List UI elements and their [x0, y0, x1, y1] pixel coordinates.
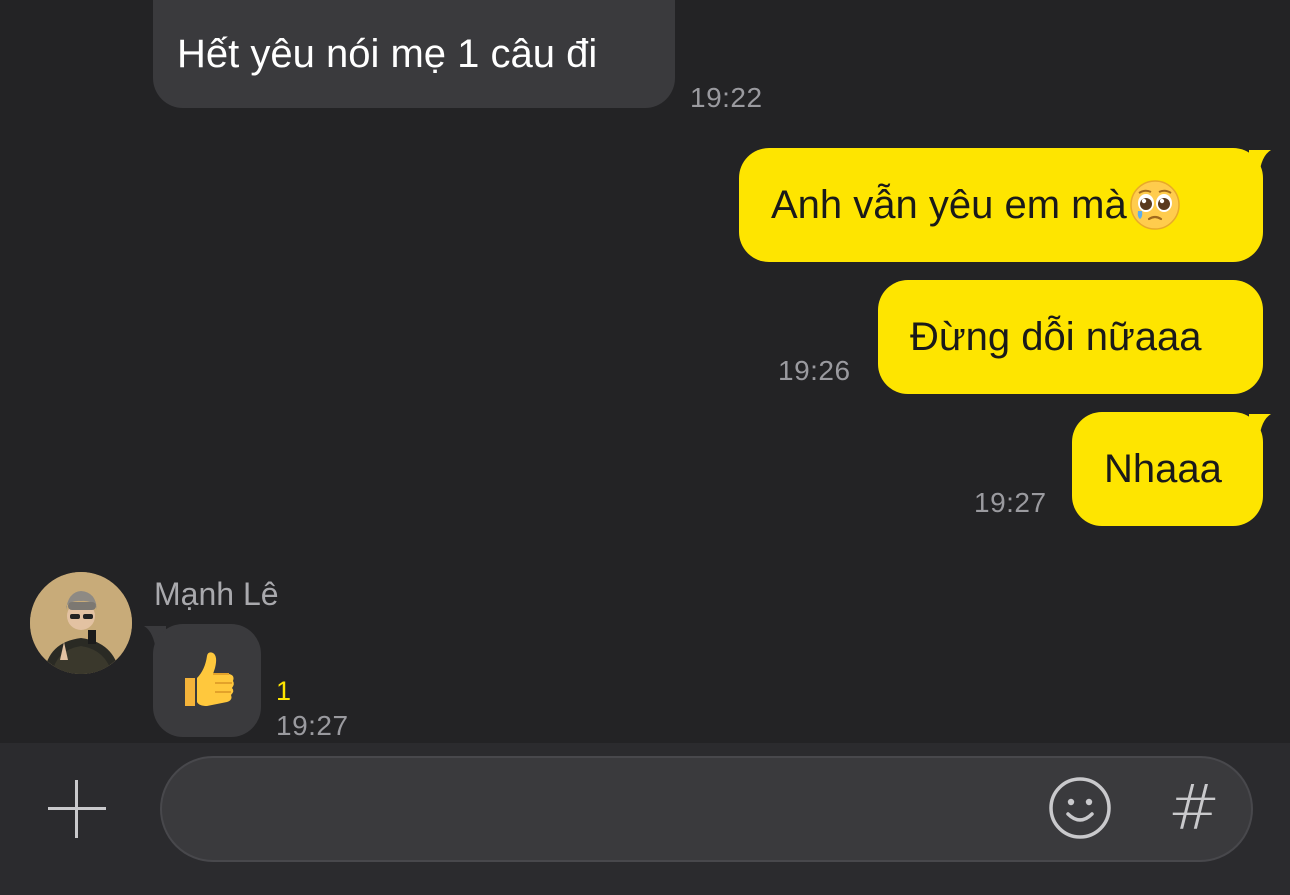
incoming-emoji-bubble[interactable] [153, 624, 261, 737]
message-time: 19:27 [276, 710, 349, 741]
sender-avatar[interactable] [30, 572, 132, 674]
message-text: Nhaaa [1104, 447, 1222, 491]
hashtag-icon[interactable]: # [1168, 776, 1220, 840]
message-time: 19:26 [778, 355, 851, 386]
bubble-tail [1249, 150, 1271, 176]
message-text: Anh vẫn yêu em mà [771, 183, 1127, 227]
avatar-photo [30, 572, 132, 674]
message-time: 19:27 [974, 487, 1047, 518]
pleading-face-emoji [1130, 180, 1180, 230]
emoji-icon[interactable] [1048, 776, 1112, 840]
message-text: Đừng dỗi nữaaa [910, 315, 1202, 359]
message-text: Hết yêu nói mẹ 1 câu đi [177, 32, 598, 76]
outgoing-message-bubble[interactable]: Đừng dỗi nữaaa [878, 280, 1263, 394]
chat-screen: Hết yêu nói mẹ 1 câu đi 19:22 Anh vẫn yê… [0, 0, 1290, 895]
message-time: 19:22 [690, 82, 763, 113]
outgoing-message-bubble[interactable]: Anh vẫn yêu em mà [739, 148, 1263, 262]
sender-name[interactable]: Mạnh Lê [154, 576, 279, 613]
outgoing-message-bubble[interactable]: Nhaaa [1072, 412, 1263, 526]
bubble-tail [1249, 414, 1271, 440]
incoming-message-bubble[interactable]: Hết yêu nói mẹ 1 câu đi [153, 0, 675, 108]
unread-count: 1 [276, 676, 292, 706]
plus-icon[interactable] [48, 780, 106, 838]
thumbs-up-emoji [185, 651, 234, 706]
